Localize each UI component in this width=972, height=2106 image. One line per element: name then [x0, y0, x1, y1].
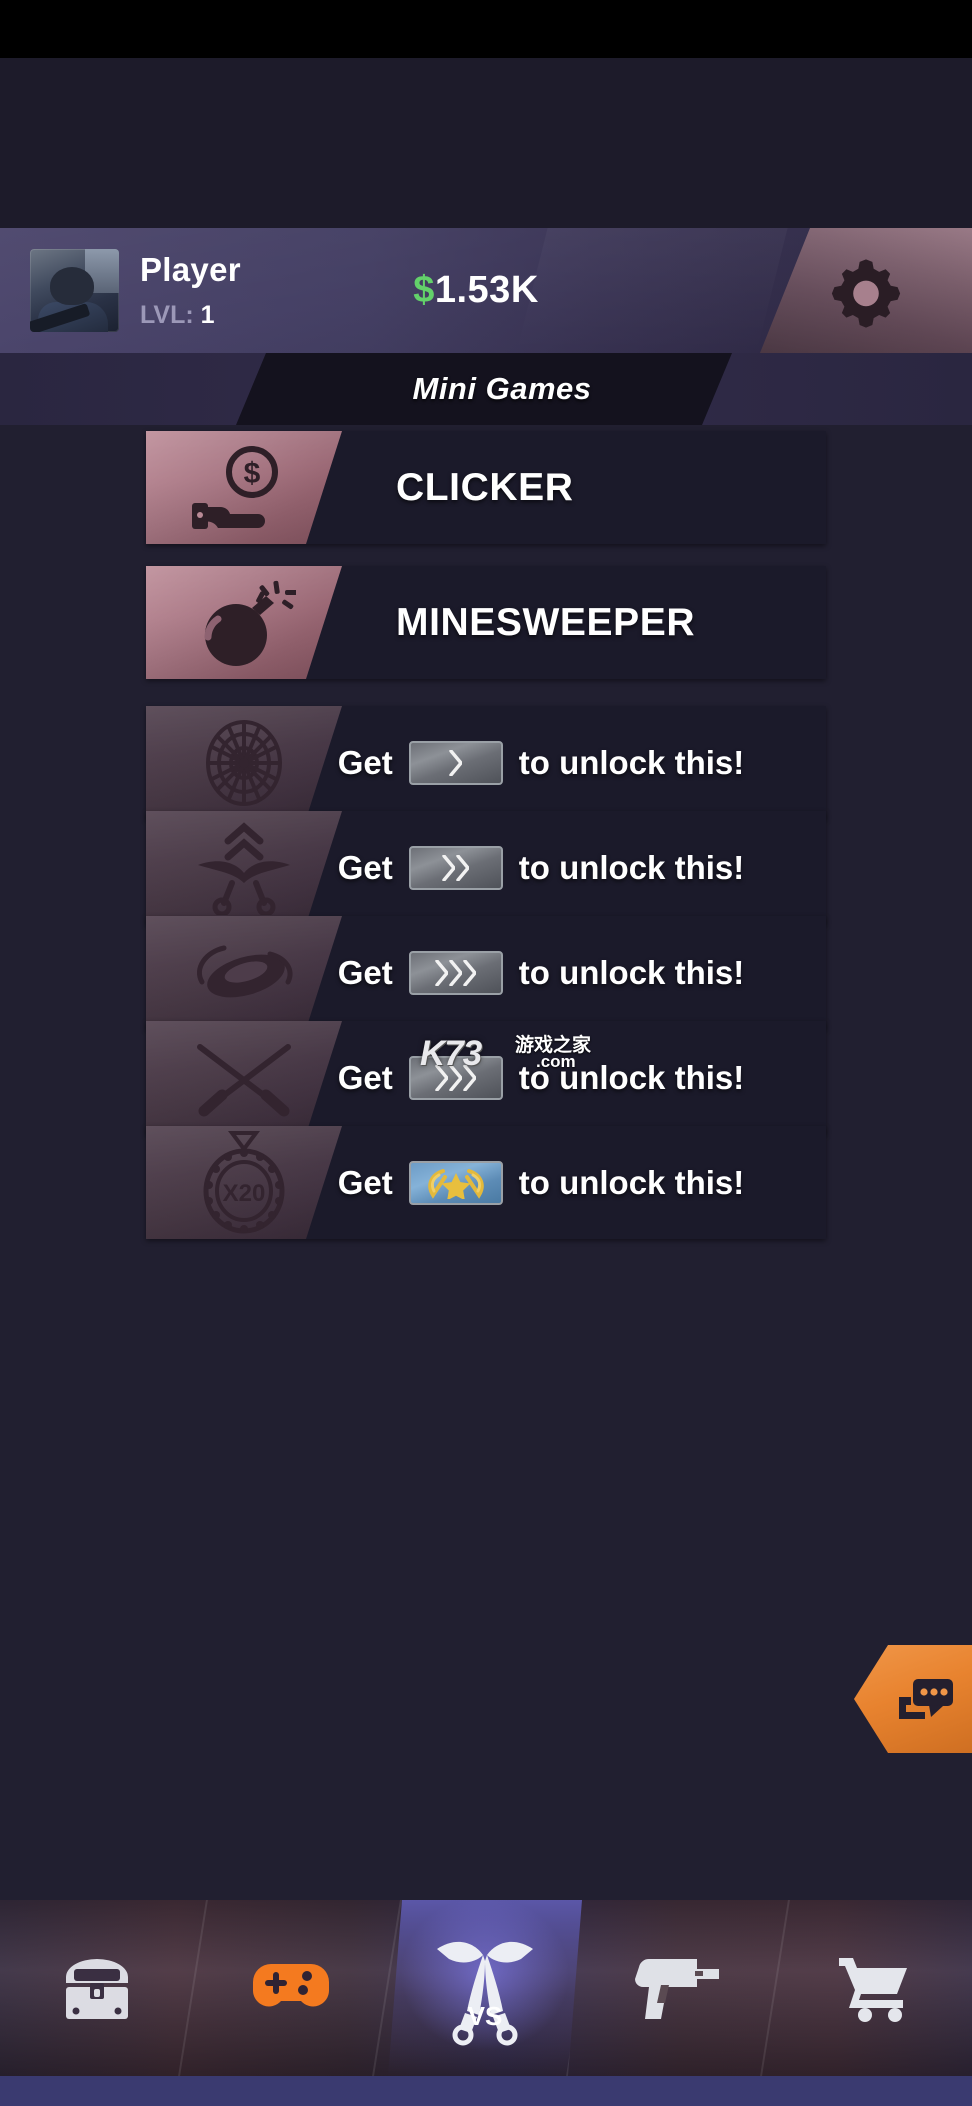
lock-suffix: to unlock this! — [518, 1163, 745, 1201]
lock-message: Get to unlock this! — [146, 1021, 826, 1134]
lock-prefix: Get — [337, 1163, 393, 1201]
nav-item-games[interactable] — [194, 1900, 402, 2076]
lock-prefix: Get — [337, 848, 393, 886]
game-screen: Player LVL: 1 $1.53K Mini Games $ CLICKE… — [0, 0, 972, 2106]
list-item-title: CLICKER — [396, 465, 574, 509]
minigames-list: $ CLICKER MINESWEEPER Get to unlock this… — [0, 425, 972, 1900]
hand-coin-icon: $ — [146, 431, 342, 544]
lock-message: Get to unlock this! — [146, 706, 826, 819]
rank-badge-master-guardian — [408, 1160, 503, 1205]
bottom-home-indicator — [0, 2076, 972, 2106]
list-item[interactable]: Get to unlock this! — [146, 811, 826, 924]
svg-text:VS: VS — [468, 2001, 503, 2031]
gear-icon — [827, 252, 905, 330]
svg-text:$: $ — [244, 457, 261, 490]
nav-item-versus[interactable]: VS — [388, 1900, 582, 2076]
chevron-icon — [456, 854, 470, 881]
list-item-title: MINESWEEPER — [396, 600, 696, 644]
nav-item-shop[interactable] — [776, 1900, 972, 2076]
player-level-value: 1 — [200, 301, 215, 329]
chevron-icon — [463, 959, 477, 986]
currency-symbol: $ — [413, 269, 435, 311]
pistol-icon — [635, 1957, 723, 2019]
chat-bubble-icon — [897, 1675, 955, 1723]
cart-icon — [837, 1952, 911, 2024]
lock-prefix: Get — [337, 1058, 393, 1096]
list-item[interactable]: Get to unlock this! — [146, 916, 826, 1029]
top-background — [0, 58, 972, 228]
knives-vs-icon: VS — [431, 1929, 539, 2047]
header-diagonal-sheen — [516, 228, 788, 353]
bottom-navigation: VS — [0, 1900, 972, 2076]
lock-message: Get to unlock this! — [146, 811, 826, 924]
lock-suffix: to unlock this! — [518, 953, 745, 991]
tab-mini-games-label: Mini Games — [412, 371, 592, 406]
crate-icon — [60, 1951, 134, 2025]
settings-button[interactable] — [760, 228, 972, 353]
avatar[interactable] — [30, 249, 119, 332]
chevron-icon — [463, 1064, 477, 1091]
player-header: Player LVL: 1 $1.53K — [0, 228, 972, 353]
player-level-label: LVL: — [140, 301, 194, 329]
chevron-icon — [449, 959, 463, 986]
lock-prefix: Get — [337, 743, 393, 781]
rank-badge-silver-3 — [408, 1055, 503, 1100]
lock-suffix: to unlock this! — [518, 848, 745, 886]
list-item[interactable]: Get to unlock this! — [146, 1021, 826, 1134]
tab-bar: Mini Games — [0, 353, 972, 425]
lock-message: Get to unlock this! — [146, 916, 826, 1029]
lock-suffix: to unlock this! — [518, 743, 745, 781]
gamepad-icon — [253, 1958, 329, 2018]
laurel-star-icon — [421, 1167, 491, 1199]
player-level: LVL: 1 — [140, 301, 215, 330]
chevron-icon — [435, 1064, 449, 1091]
nav-item-cases[interactable] — [0, 1900, 208, 2076]
nav-item-weapons[interactable] — [582, 1900, 790, 2076]
list-item[interactable]: $ CLICKER — [146, 431, 826, 544]
chevron-icon — [435, 959, 449, 986]
rank-badge-silver-1 — [408, 740, 503, 785]
chevron-icon — [449, 1064, 463, 1091]
chevron-icon — [442, 854, 456, 881]
rank-badge-silver-2 — [408, 845, 503, 890]
player-name: Player — [140, 251, 241, 288]
list-item[interactable]: Get to unlock this! — [146, 706, 826, 819]
status-bar — [0, 0, 972, 58]
list-item[interactable]: MINESWEEPER — [146, 566, 826, 679]
bomb-icon — [146, 566, 342, 679]
rank-badge-silver-3 — [408, 950, 503, 995]
lock-suffix: to unlock this! — [518, 1058, 745, 1096]
lock-message: Get to unlock this! — [146, 1126, 826, 1239]
lock-prefix: Get — [337, 953, 393, 991]
list-item[interactable]: X20 Get to unlock this! — [146, 1126, 826, 1239]
chevron-icon — [449, 749, 463, 776]
currency-amount: 1.53K — [434, 269, 539, 311]
